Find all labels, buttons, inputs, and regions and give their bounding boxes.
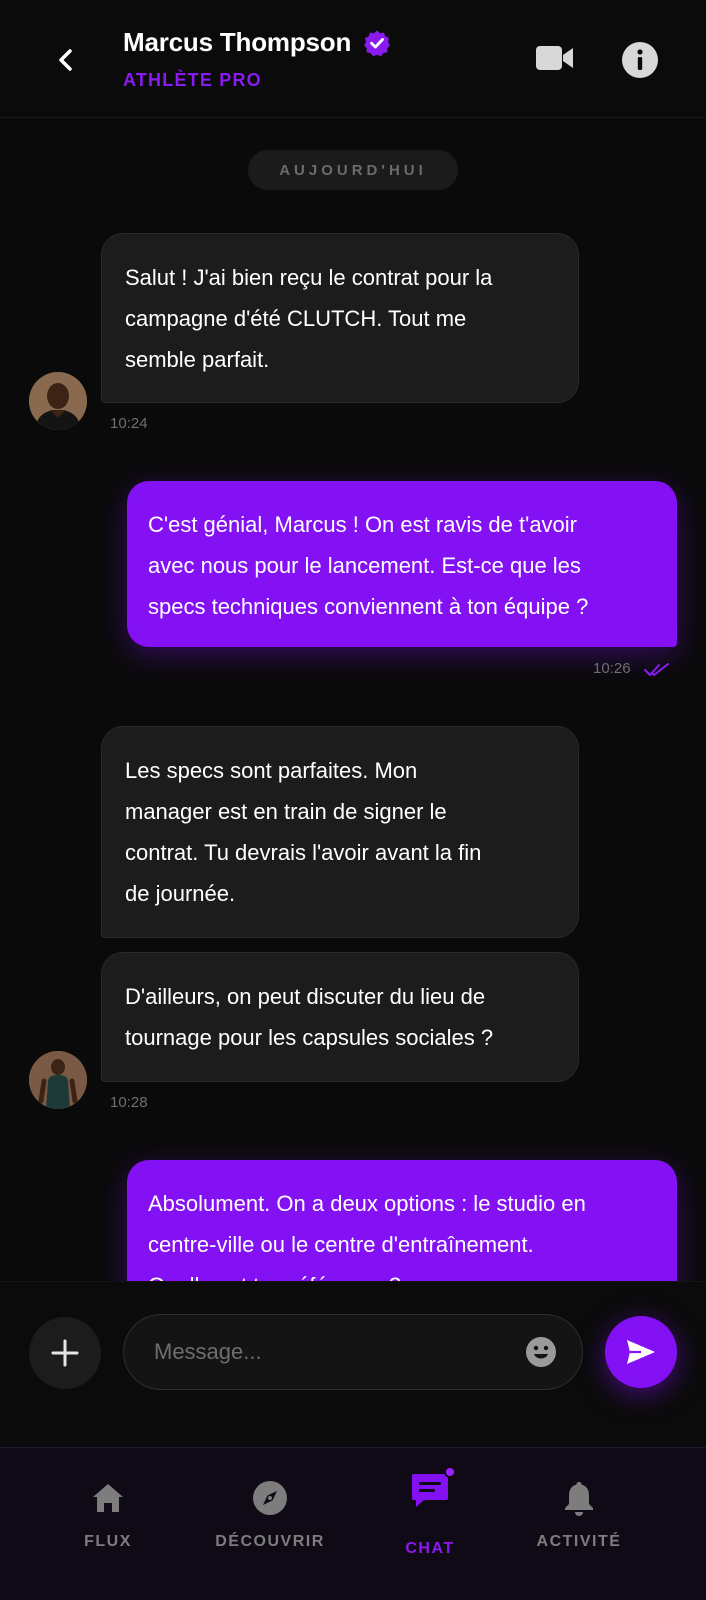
verified-badge-icon xyxy=(364,30,391,56)
back-button[interactable] xyxy=(44,38,88,82)
outgoing-message-bubble[interactable]: C'est génial, Marcus ! On est ravis de t… xyxy=(127,481,677,647)
chevron-left-icon xyxy=(59,49,72,71)
nav-icon xyxy=(88,1478,128,1518)
plus-icon xyxy=(51,1339,79,1367)
message-line: D'ailleurs, on peut discuter du lieu de xyxy=(125,984,486,1009)
message-line: Quelle est ta préférence ? xyxy=(148,1265,655,1281)
nav-label: ACTIVITÉ xyxy=(536,1533,622,1550)
contact-name: Marcus Thompson xyxy=(123,27,352,57)
video-camera-icon xyxy=(536,46,573,70)
add-attachment-button[interactable] xyxy=(29,1317,101,1389)
message-line: Absolument. On a deux options : le studi… xyxy=(148,1191,586,1216)
message-line: Salut ! J'ai bien reçu le contrat pour l… xyxy=(125,265,493,290)
message-timestamp: 10:26 xyxy=(593,660,631,677)
incoming-message-bubble[interactable]: D'ailleurs, on peut discuter du lieu de … xyxy=(101,952,579,1082)
incoming-message-bubble[interactable]: Salut ! J'ai bien reçu le contrat pour l… xyxy=(101,233,579,403)
nav-label: CHAT xyxy=(405,1540,455,1557)
message-line: tournage pour les capsules sociales ? xyxy=(125,1025,494,1050)
chat-screen: Marcus Thompson ATHLÈTE PRO AUJOURD'HUI xyxy=(0,0,706,1600)
athlete-avatar-image xyxy=(29,1051,87,1109)
outgoing-message-bubble[interactable]: Absolument. On a deux options : le studi… xyxy=(127,1160,677,1281)
bell-icon xyxy=(565,1482,593,1516)
nav-icon xyxy=(410,1470,450,1510)
compass-icon xyxy=(253,1481,287,1515)
message-line: manager est en train de signer le xyxy=(125,799,447,824)
chat-icon xyxy=(412,1474,448,1507)
send-button[interactable] xyxy=(605,1316,677,1388)
contact-role: ATHLÈTE PRO xyxy=(123,70,262,90)
day-separator: AUJOURD'HUI xyxy=(248,150,458,190)
info-button[interactable] xyxy=(618,38,662,82)
incoming-message-bubble[interactable]: Les specs sont parfaites. Mon manager es… xyxy=(101,726,579,938)
message-line: Les specs sont parfaites. Mon xyxy=(125,758,418,783)
message-line: contrat. Tu devrais l'avoir avant la fin xyxy=(125,840,482,865)
info-icon xyxy=(622,42,658,78)
emoji-button[interactable] xyxy=(524,1335,558,1369)
double-check-icon xyxy=(644,663,669,676)
nav-label: DÉCOUVRIR xyxy=(215,1533,325,1550)
message-timestamp: 10:24 xyxy=(110,415,148,432)
home-icon xyxy=(93,1484,123,1512)
message-input[interactable] xyxy=(154,1315,514,1389)
message-input-container[interactable] xyxy=(123,1314,583,1390)
nav-icon xyxy=(250,1478,290,1518)
nav-icon xyxy=(559,1478,599,1518)
message-timestamp: 10:28 xyxy=(110,1094,148,1111)
message-line: campagne d'été CLUTCH. Tout me xyxy=(125,306,467,331)
message-line: semble parfait. xyxy=(125,347,270,372)
nav-item-decouvrir[interactable]: DÉCOUVRIR xyxy=(208,1448,332,1600)
message-composer xyxy=(0,1281,706,1447)
notification-dot xyxy=(444,1466,456,1478)
message-line: specs techniques conviennent à ton équip… xyxy=(148,594,589,619)
message-line: C'est génial, Marcus ! On est ravis de t… xyxy=(148,512,578,537)
message-line: avec nous pour le lancement. Est-ce que … xyxy=(148,553,581,578)
nav-item-activite[interactable]: ACTIVITÉ xyxy=(528,1448,630,1600)
nav-item-chat[interactable]: CHAT xyxy=(380,1448,480,1600)
chat-header: Marcus Thompson ATHLÈTE PRO xyxy=(0,0,706,118)
video-call-button[interactable] xyxy=(530,38,580,78)
message-list[interactable]: AUJOURD'HUI Salut ! J'ai bien reçu le co… xyxy=(0,118,706,1281)
emoji-icon xyxy=(526,1337,556,1367)
avatar[interactable] xyxy=(29,372,87,430)
bottom-navigation: FLUX DÉCOUVRIR CHAT ACTIVITÉ xyxy=(0,1447,706,1600)
send-icon xyxy=(627,1340,655,1364)
nav-item-flux[interactable]: FLUX xyxy=(58,1448,158,1600)
avatar[interactable] xyxy=(29,1051,87,1109)
athlete-avatar-image xyxy=(29,372,87,430)
contact-name-row[interactable]: Marcus Thompson xyxy=(123,27,391,58)
message-line: centre-ville ou le centre d'entraînement… xyxy=(148,1232,534,1257)
nav-label: FLUX xyxy=(84,1533,132,1550)
message-line: de journée. xyxy=(125,881,236,906)
